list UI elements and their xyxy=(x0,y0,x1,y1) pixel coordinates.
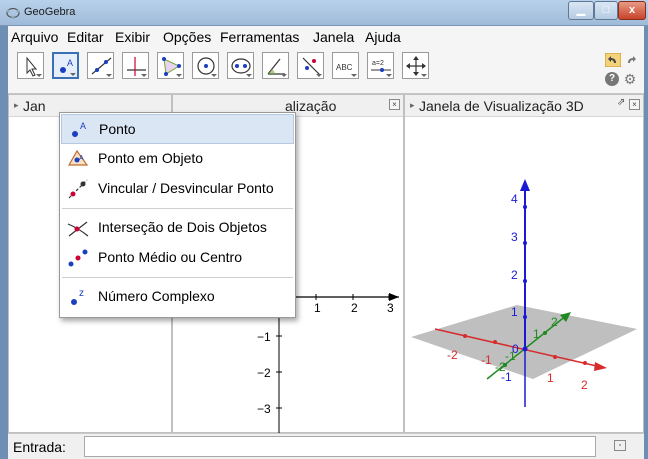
graphics-3d-panel: ▸ Janela de Visualização 3D ⇗ × 4 3 2 1 … xyxy=(404,94,644,433)
collapse-arrow-icon[interactable]: ▸ xyxy=(410,100,415,111)
dropdown-item-ponto-medio[interactable]: Ponto Médio ou Centro xyxy=(61,243,294,273)
menu-janela[interactable]: Janela xyxy=(313,29,354,45)
help-icon[interactable]: ? xyxy=(605,72,619,86)
maximize-icon: □ xyxy=(602,4,610,16)
dropdown-item-label: Número Complexo xyxy=(98,288,215,304)
polygon-tool-button[interactable] xyxy=(157,52,184,79)
svg-text:ABC: ABC xyxy=(336,63,353,72)
text-tool-button[interactable]: ABC xyxy=(332,52,359,79)
redo-icon[interactable] xyxy=(623,53,639,67)
dropdown-item-ponto-em-objeto[interactable]: A Ponto em Objeto xyxy=(61,144,294,174)
svg-text:A: A xyxy=(79,155,84,162)
input-label: Entrada: xyxy=(13,439,66,455)
menu-ferramentas[interactable]: Ferramentas xyxy=(220,29,299,45)
x-tick-label: 2 xyxy=(581,378,588,392)
graphics-3d-canvas[interactable]: 4 3 2 1 1 2 1 2 -2 -1 -2 -1 0 -1 xyxy=(405,117,645,433)
x-axis-arrow xyxy=(389,293,399,301)
dropdown-separator xyxy=(62,208,293,209)
settings-gear-icon[interactable]: ⚙ xyxy=(623,72,637,86)
close-panel-icon[interactable]: × xyxy=(629,99,640,110)
intersect-icon xyxy=(67,221,89,237)
geogebra-logo-icon xyxy=(6,7,20,19)
point-tool-button[interactable]: A xyxy=(52,52,79,79)
svg-text:A: A xyxy=(80,121,86,131)
dropdown-item-label: Ponto em Objeto xyxy=(98,150,204,166)
point-on-object-icon: A xyxy=(67,149,89,166)
keyboard-icon[interactable]: ▫ xyxy=(614,440,626,451)
y-tick-label: 1 xyxy=(533,327,540,341)
point-tools-dropdown: A Ponto A Ponto em Objeto Vincular / Des… xyxy=(59,112,296,318)
x-neg-tick-label: -2 xyxy=(447,348,458,362)
dropdown-item-label: Ponto Médio ou Centro xyxy=(98,249,242,265)
y-tick-label: −3 xyxy=(257,402,271,416)
menu-ajuda[interactable]: Ajuda xyxy=(365,29,401,45)
svg-text:z: z xyxy=(79,288,84,299)
menu-opcoes[interactable]: Opções xyxy=(163,29,211,45)
z-tick-label: 4 xyxy=(511,192,518,206)
dropdown-item-label: Ponto xyxy=(99,121,136,137)
close-panel-icon[interactable]: × xyxy=(389,99,400,110)
svg-text:a=2: a=2 xyxy=(372,60,384,67)
z-tick-label: 2 xyxy=(511,268,518,282)
line-tool-button[interactable] xyxy=(87,52,114,79)
dropdown-item-vincular-desvincular[interactable]: Vincular / Desvincular Ponto xyxy=(61,174,294,204)
z-axis-arrow xyxy=(520,179,530,191)
maximize-button[interactable]: □ xyxy=(594,1,618,20)
x-tick-label: 1 xyxy=(314,301,321,315)
dropdown-item-label: Vincular / Desvincular Ponto xyxy=(98,180,274,196)
z-tick-label: 3 xyxy=(511,230,518,244)
move-view-tool-button[interactable] xyxy=(402,52,429,79)
dropdown-separator xyxy=(62,277,293,278)
collapse-arrow-icon[interactable]: ▸ xyxy=(14,100,19,111)
minimize-button[interactable]: ▁ xyxy=(568,1,594,20)
menu-bar: Arquivo Editar Exibir Opções Ferramentas… xyxy=(8,26,644,48)
move-tool-button[interactable] xyxy=(17,52,44,79)
x-tick-label: 1 xyxy=(547,371,554,385)
close-icon: x xyxy=(628,4,636,16)
graphics-3d-header: ▸ Janela de Visualização 3D ⇗ × xyxy=(405,95,643,117)
z-tick-label: 1 xyxy=(511,305,518,319)
close-button[interactable]: x xyxy=(618,1,646,20)
graphics-3d-title: Janela de Visualização 3D xyxy=(419,98,584,114)
complex-number-icon: z xyxy=(71,288,84,305)
minimize-icon: ▁ xyxy=(576,4,586,16)
angle-tool-button[interactable] xyxy=(262,52,289,79)
window-title: GeoGebra xyxy=(24,6,76,18)
slider-tool-button[interactable]: a=2 xyxy=(367,52,394,79)
attach-detach-point-icon xyxy=(68,179,88,199)
undock-icon[interactable]: ⇗ xyxy=(617,97,625,108)
y-tick-label: 2 xyxy=(551,315,558,329)
x-neg-tick-label: -1 xyxy=(481,353,492,367)
perpendicular-tool-button[interactable] xyxy=(122,52,149,79)
algebra-view-title: Jan xyxy=(23,98,46,114)
undo-icon[interactable] xyxy=(605,53,621,67)
z-neg-tick-label: -1 xyxy=(501,370,512,384)
y-tick-label: −2 xyxy=(257,366,271,380)
geogebra-app: Arquivo Editar Exibir Opções Ferramentas… xyxy=(8,26,644,459)
circle-tool-button[interactable] xyxy=(192,52,219,79)
input-field[interactable] xyxy=(84,436,596,457)
conic-tool-button[interactable] xyxy=(227,52,254,79)
title-bar: GeoGebra ▁ □ x xyxy=(0,0,648,26)
dropdown-item-ponto[interactable]: A Ponto xyxy=(61,114,294,144)
midpoint-icon xyxy=(68,249,88,267)
svg-text:A: A xyxy=(67,58,73,68)
menu-editar[interactable]: Editar xyxy=(67,29,104,45)
toolbar: A ABC a=2 ? ⚙ xyxy=(8,48,644,94)
dropdown-item-numero-complexo[interactable]: z Número Complexo xyxy=(61,282,294,312)
dropdown-item-label: Interseção de Dois Objetos xyxy=(98,219,267,235)
menu-exibir[interactable]: Exibir xyxy=(115,29,150,45)
menu-arquivo[interactable]: Arquivo xyxy=(11,29,58,45)
x-tick-label: 3 xyxy=(387,301,394,315)
y-tick-label: −1 xyxy=(257,330,271,344)
input-bar: Entrada: ▫ xyxy=(8,433,644,459)
origin-label: 0 xyxy=(512,342,519,356)
x-axis-arrow xyxy=(594,362,607,371)
x-tick-label: 2 xyxy=(351,301,358,315)
reflect-tool-button[interactable] xyxy=(297,52,324,79)
dropdown-item-intersecao[interactable]: Interseção de Dois Objetos xyxy=(61,213,294,243)
point-icon: A xyxy=(72,121,86,137)
